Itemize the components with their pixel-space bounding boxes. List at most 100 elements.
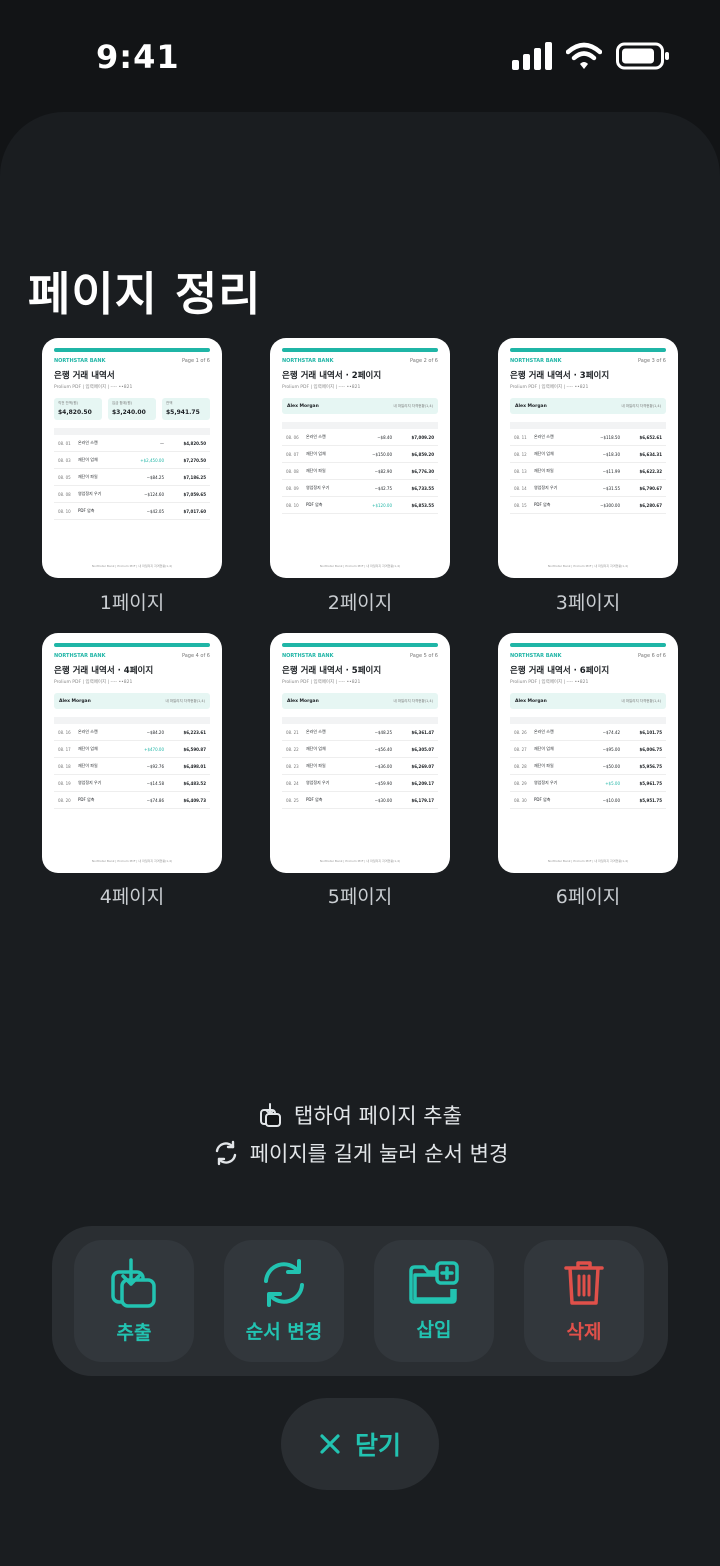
mini-table-row: 08. 12 재단이 업체 −$18.30 $6,634.31 bbox=[510, 446, 666, 463]
mini-doc-title: 은행 거래 내역서 · 6페이지 bbox=[510, 666, 610, 676]
page-thumbnail[interactable]: NORTHSTAR BANK Page 5 of 6 은행 거래 내역서 · 5페이… bbox=[270, 633, 450, 873]
mini-row-balance: $6,859.20 bbox=[411, 451, 434, 457]
mini-page: NORTHSTAR BANK Page 2 of 6 은행 거래 내역서 · 2페이… bbox=[270, 338, 450, 578]
mini-bank-name: NORTHSTAR BANK bbox=[282, 358, 334, 364]
extract-icon bbox=[111, 1257, 156, 1308]
extract-hint-icon bbox=[260, 1103, 282, 1127]
mini-row-date: 08. 23 bbox=[286, 763, 299, 769]
mini-row-desc: 온라인 스캔 bbox=[78, 729, 98, 734]
page-thumbnail[interactable]: NORTHSTAR BANK Page 3 of 6 은행 거래 내역서 · 3페이… bbox=[498, 338, 678, 578]
mini-row-balance: $6,622.32 bbox=[639, 468, 662, 474]
mini-row-amount: −$84.25 bbox=[146, 474, 164, 480]
mini-account-desc: 내 마일리지 자격현황(1,4) bbox=[621, 403, 661, 408]
mini-row-date: 08. 26 bbox=[514, 729, 527, 735]
mini-card-value: $5,941.75 bbox=[166, 409, 200, 416]
mini-table-row: 08. 16 온라인 스캔 −$84.20 $6,223.61 bbox=[54, 724, 210, 741]
mini-row-amount: −$14.58 bbox=[146, 780, 164, 786]
folder-plus-icon bbox=[409, 1260, 459, 1304]
mini-summary-card: 잔액 $5,941.75 bbox=[162, 398, 210, 420]
mini-table-row: 08. 27 재단이 업체 −$95.00 $6,006.75 bbox=[510, 741, 666, 758]
mini-table-row: 08. 11 온라인 스캔 −$118.50 $6,652.61 bbox=[510, 429, 666, 446]
mini-row-desc: 온라인 스캔 bbox=[306, 729, 326, 734]
mini-row-desc: PDF 압축 bbox=[78, 508, 95, 513]
mini-row-amount: −$124.60 bbox=[144, 491, 164, 497]
mini-row-desc: PDF 압축 bbox=[534, 502, 551, 507]
mini-row-date: 08. 29 bbox=[514, 780, 527, 786]
mini-table-row: 08. 10 PDF 압축 −$42.05 $7,017.60 bbox=[54, 503, 210, 520]
mini-doc-sub: Prolium PDF | 입력페이지 | ---- ••821 bbox=[510, 680, 589, 685]
status-icons bbox=[512, 42, 670, 70]
page-thumbnail[interactable]: NORTHSTAR BANK Page 1 of 6 은행 거래 내역서 Proliu… bbox=[42, 338, 222, 578]
mini-table-row: 08. 23 재단이 파일 −$36.00 $6,269.07 bbox=[282, 758, 438, 775]
mini-row-amount: −$59.90 bbox=[374, 780, 392, 786]
close-button[interactable]: 닫기 bbox=[281, 1398, 439, 1490]
mini-accent-bar bbox=[54, 348, 210, 352]
mini-row-date: 08. 16 bbox=[58, 729, 71, 735]
mini-row-balance: $6,006.75 bbox=[639, 746, 662, 752]
mini-row-balance: $6,361.47 bbox=[411, 729, 434, 735]
mini-row-balance: $7,017.60 bbox=[183, 508, 206, 514]
mini-account-name: Alex Morgan bbox=[287, 403, 319, 409]
mini-row-amount: −$10.00 bbox=[602, 797, 620, 803]
mini-table-row: 08. 06 온라인 스캔 −$8.40 $7,009.20 bbox=[282, 429, 438, 446]
page-thumbnail[interactable]: NORTHSTAR BANK Page 2 of 6 은행 거래 내역서 · 2페이… bbox=[270, 338, 450, 578]
page-label: 4페이지 bbox=[99, 886, 165, 908]
mini-row-amount: −$84.20 bbox=[146, 729, 164, 735]
mini-row-date: 08. 15 bbox=[514, 502, 527, 508]
mini-row-date: 08. 20 bbox=[58, 797, 71, 803]
insert-button[interactable]: 삽입 bbox=[374, 1240, 494, 1362]
mini-page-number: Page 2 of 6 bbox=[409, 358, 438, 364]
mini-row-balance: $6,483.52 bbox=[183, 780, 206, 786]
mini-row-date: 08. 11 bbox=[514, 434, 527, 440]
mini-row-amount: −$48.25 bbox=[374, 729, 392, 735]
mini-row-desc: 온라인 스캔 bbox=[78, 440, 98, 445]
mini-row-date: 08. 28 bbox=[514, 763, 527, 769]
mini-bank-name: NORTHSTAR BANK bbox=[54, 653, 106, 659]
page-thumbnail[interactable]: NORTHSTAR BANK Page 6 of 6 은행 거래 내역서 · 6페이… bbox=[498, 633, 678, 873]
mini-card-key: 직전 잔액(원) bbox=[58, 401, 78, 405]
trash-icon bbox=[564, 1260, 604, 1305]
page-thumbnail[interactable]: NORTHSTAR BANK Page 4 of 6 은행 거래 내역서 · 4페이… bbox=[42, 633, 222, 873]
mini-row-amount: −$18.30 bbox=[602, 451, 620, 457]
mini-row-balance: $7,009.20 bbox=[411, 434, 434, 440]
mini-accent-bar bbox=[282, 643, 438, 647]
delete-button[interactable]: 삭제 bbox=[524, 1240, 644, 1362]
mini-table-header bbox=[510, 717, 666, 724]
mini-row-desc: 재단이 업체 bbox=[306, 746, 326, 751]
mini-account: Alex Morgan 내 마일리지 자격현황(1,4) bbox=[510, 693, 666, 709]
mini-accent-bar bbox=[54, 643, 210, 647]
mini-account: Alex Morgan 내 마일리지 자격현황(1,4) bbox=[510, 398, 666, 414]
mini-doc-title: 은행 거래 내역서 bbox=[54, 371, 115, 381]
mini-table-row: 08. 18 재단이 파일 −$92.76 $6,498.01 bbox=[54, 758, 210, 775]
mini-table-row: 08. 08 영업정지 우기 −$124.60 $7,059.65 bbox=[54, 486, 210, 503]
mini-bank-row: NORTHSTAR BANK Page 1 of 6 bbox=[54, 358, 210, 364]
mini-row-date: 08. 09 bbox=[286, 485, 299, 491]
mini-row-date: 08. 21 bbox=[286, 729, 299, 735]
mini-row-date: 08. 22 bbox=[286, 746, 299, 752]
mini-table-header bbox=[54, 428, 210, 435]
mini-row-desc: 영업정지 우기 bbox=[78, 780, 102, 785]
mini-row-balance: $6,498.01 bbox=[183, 763, 206, 769]
reorder-icon bbox=[264, 1258, 304, 1307]
mini-table-header bbox=[54, 717, 210, 724]
mini-table-row: 08. 14 영업정지 우기 −$31.55 $6,790.67 bbox=[510, 480, 666, 497]
mini-row-amount: — bbox=[160, 440, 164, 446]
mini-doc-sub: Prolium PDF | 입력페이지 | ---- ••821 bbox=[282, 385, 361, 390]
mini-doc-sub: Prolium PDF | 입력페이지 | ---- ••821 bbox=[510, 385, 589, 390]
mini-row-balance: $6,634.31 bbox=[639, 451, 662, 457]
mini-bank-name: NORTHSTAR BANK bbox=[510, 358, 562, 364]
mini-row-desc: 온라인 스캔 bbox=[534, 434, 554, 439]
mini-row-date: 08. 27 bbox=[514, 746, 527, 752]
mini-row-desc: 영업정지 우기 bbox=[306, 485, 330, 490]
mini-table-header bbox=[282, 717, 438, 724]
mini-footer: Northstar Bank | Prolium PDF | 내 마일리지 자격… bbox=[547, 859, 629, 863]
mini-table-row: 08. 25 PDF 압축 −$30.00 $6,179.17 bbox=[282, 792, 438, 809]
mini-row-desc: 재단이 업체 bbox=[534, 451, 554, 456]
status-time: 9:41 bbox=[96, 38, 180, 76]
reorder-button[interactable]: 순서 변경 bbox=[224, 1240, 344, 1362]
extract-button[interactable]: 추출 bbox=[74, 1240, 194, 1362]
mini-account-desc: 내 마일리지 자격현황(1,4) bbox=[393, 403, 433, 408]
mini-table-row: 08. 05 재단이 파일 −$84.25 $7,186.25 bbox=[54, 469, 210, 486]
mini-row-balance: $4,820.50 bbox=[183, 440, 206, 446]
mini-row-amount: −$36.00 bbox=[374, 763, 392, 769]
